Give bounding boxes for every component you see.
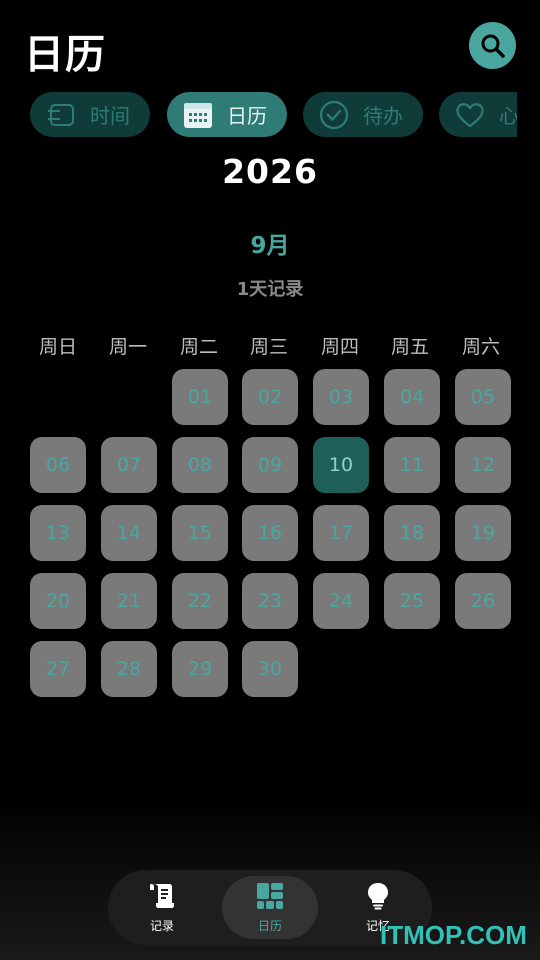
calendar-day[interactable]: 05	[455, 369, 511, 425]
calendar-day[interactable]: 30	[242, 641, 298, 697]
weekday-label: 周二	[179, 336, 218, 358]
calendar-day[interactable]: 01	[172, 369, 228, 425]
page-title: 日历	[24, 32, 106, 78]
calendar-day[interactable]: 02	[242, 369, 298, 425]
weekday-label: 周六	[461, 336, 500, 358]
calendar-day[interactable]: 12	[455, 437, 511, 493]
calendar-day[interactable]: 18	[384, 505, 440, 561]
calendar-day[interactable]: 07	[101, 437, 157, 493]
calendar-day[interactable]: 26	[455, 573, 511, 629]
tab-label: 日历	[227, 104, 267, 128]
calendar-day[interactable]: 27	[30, 641, 86, 697]
lightbulb-icon	[366, 882, 390, 914]
calendar-day[interactable]: 23	[242, 573, 298, 629]
calendar-day[interactable]: 24	[313, 573, 369, 629]
nav-records[interactable]: 记录	[114, 876, 210, 939]
tab-label: 时间	[90, 104, 130, 128]
calendar-day[interactable]: 09	[242, 437, 298, 493]
calendar-grid: 01 02 03 04 05 06 07 08 09 10 11 12 13 14 15 16 17 18 19 20…	[30, 369, 511, 699]
calendar-day[interactable]: 17	[313, 505, 369, 561]
nav-label: 记录	[149, 918, 174, 933]
calendar-day[interactable]: 03	[313, 369, 369, 425]
calendar-day[interactable]: 28	[101, 641, 157, 697]
calendar-day[interactable]: 04	[384, 369, 440, 425]
check-circle-icon	[319, 100, 349, 130]
weekday-label: 周五	[390, 336, 429, 358]
weekday-label: 周三	[249, 336, 288, 358]
calendar-day[interactable]: 11	[384, 437, 440, 493]
weekday-label: 周四	[320, 336, 359, 358]
calendar-day[interactable]: 15	[172, 505, 228, 561]
heart-icon	[455, 100, 485, 130]
tab-label: 心	[499, 104, 517, 128]
calendar-day[interactable]: 16	[242, 505, 298, 561]
calendar-day[interactable]: 20	[30, 573, 86, 629]
search-icon	[481, 34, 505, 58]
record-count: 1天记录	[236, 279, 304, 300]
tab-todo[interactable]: 待办	[303, 92, 423, 137]
search-button[interactable]	[469, 22, 516, 69]
calendar-icon	[183, 100, 213, 130]
calendar-day[interactable]: 22	[172, 573, 228, 629]
tab-timeline[interactable]: 时间	[30, 92, 150, 137]
watermark-text: ITMOP.COM	[380, 920, 527, 950]
weekday-label: 周一	[108, 336, 147, 358]
calendar-day[interactable]: 25	[384, 573, 440, 629]
view-tabs: 时间 日历 待办 心	[30, 92, 517, 138]
nav-label: 日历	[257, 918, 282, 933]
weekday-header: 周日 周一 周二 周三 周四 周五 周六	[23, 332, 517, 358]
grid-icon	[256, 882, 284, 914]
tab-heart[interactable]: 心	[439, 92, 517, 137]
calendar-day[interactable]: 13	[30, 505, 86, 561]
calendar-day[interactable]: 29	[172, 641, 228, 697]
scroll-icon	[148, 882, 176, 914]
tab-calendar[interactable]: 日历	[167, 92, 287, 137]
timeline-icon	[46, 100, 76, 130]
calendar-day[interactable]: 21	[101, 573, 157, 629]
year-label: 2026	[222, 152, 318, 191]
calendar-day[interactable]: 06	[30, 437, 86, 493]
calendar-day-selected[interactable]: 10	[313, 437, 369, 493]
month-label: 9月	[250, 233, 290, 259]
weekday-label: 周日	[38, 336, 77, 358]
nav-calendar[interactable]: 日历	[222, 876, 318, 939]
calendar-day[interactable]: 08	[172, 437, 228, 493]
calendar-day[interactable]: 14	[101, 505, 157, 561]
tab-label: 待办	[363, 104, 403, 128]
calendar-day[interactable]: 19	[455, 505, 511, 561]
